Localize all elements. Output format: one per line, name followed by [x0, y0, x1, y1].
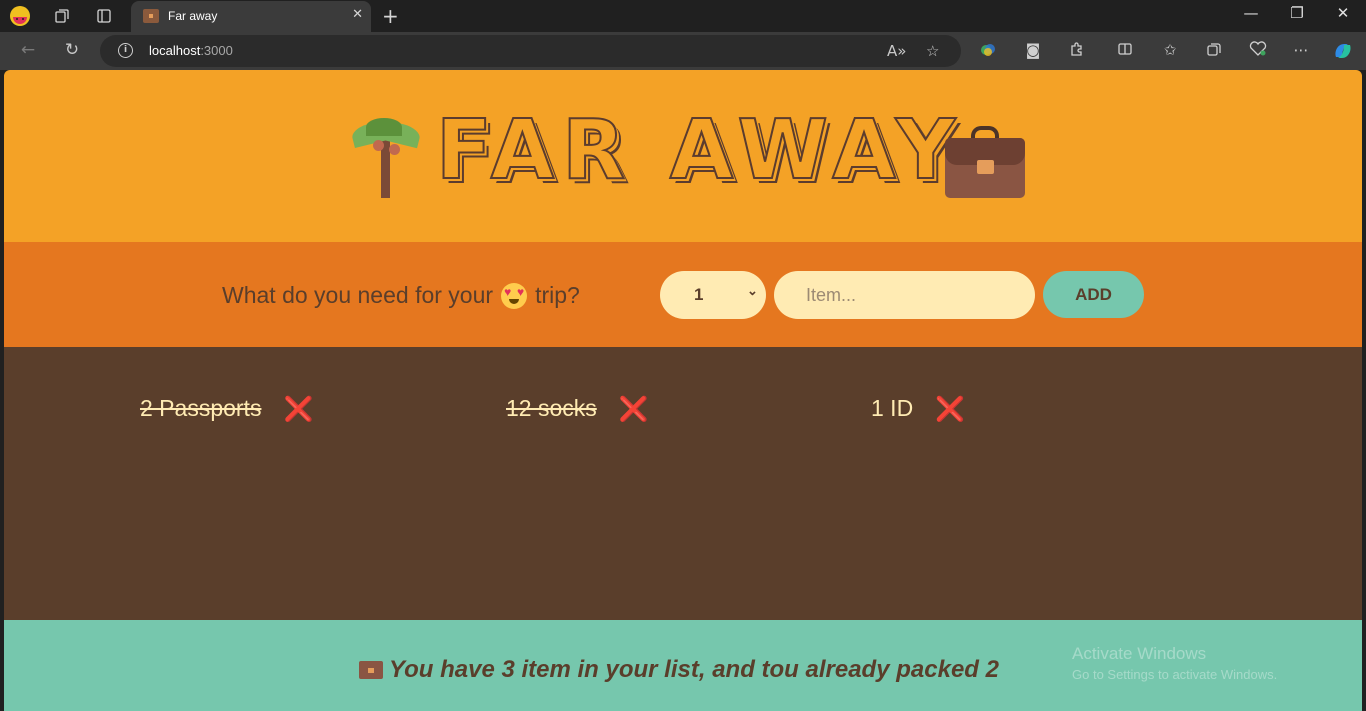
extension-color-icon[interactable]: [977, 41, 999, 61]
item-input[interactable]: [774, 271, 1035, 319]
favorites-icon[interactable]: ✩: [1159, 41, 1181, 61]
more-menu-icon[interactable]: ⋯: [1290, 41, 1312, 61]
app-page: FAR AWAY What do you need for your trip?…: [4, 70, 1362, 711]
list-item-label[interactable]: 2 Passports: [140, 395, 261, 422]
tab-title: Far away: [168, 9, 218, 23]
packing-list: 2 Passports ❌ 12 socks ❌ 1 ID ❌: [4, 347, 1362, 620]
chevron-down-icon: ⌄: [747, 283, 758, 298]
browser-profile-icon[interactable]: [8, 4, 32, 28]
url-port: :3000: [200, 43, 233, 58]
briefcase-icon: [945, 126, 1025, 198]
add-button[interactable]: ADD: [1043, 271, 1144, 318]
app-header: FAR AWAY: [4, 70, 1362, 242]
list-item: 12 socks ❌: [506, 395, 649, 422]
list-item: 2 Passports ❌: [140, 395, 313, 422]
form-question: What do you need for your trip?: [222, 282, 580, 309]
favorite-star-icon[interactable]: ☆: [926, 42, 939, 60]
delete-x-icon[interactable]: ❌: [935, 397, 965, 421]
watermark-subtitle: Go to Settings to activate Windows.: [1072, 667, 1278, 682]
tab-close-icon[interactable]: ✕: [352, 7, 363, 22]
split-screen-icon[interactable]: [1114, 41, 1136, 61]
extensions-puzzle-icon[interactable]: [1066, 41, 1088, 61]
url-text[interactable]: localhost:3000: [149, 43, 233, 58]
close-window-icon[interactable]: ✕: [1328, 4, 1358, 22]
palm-tree-icon: [348, 118, 422, 200]
read-aloud-icon[interactable]: A»: [887, 42, 906, 60]
restore-icon[interactable]: ❐: [1282, 4, 1312, 22]
delete-x-icon[interactable]: ❌: [283, 397, 313, 421]
stats-footer: You have 3 item in your list, and tou al…: [4, 620, 1362, 711]
stats-message: You have 3 item in your list, and tou al…: [359, 656, 999, 684]
browser-titlebar: Far away ✕ + — ❐ ✕: [0, 0, 1366, 32]
heart-eyes-emoji-icon: [501, 282, 528, 309]
browser-essentials-icon[interactable]: [1247, 41, 1269, 61]
tab-actions-icon[interactable]: [92, 4, 116, 28]
briefcase-icon: [359, 661, 383, 679]
list-item-label[interactable]: 12 socks: [506, 395, 597, 422]
add-item-form: What do you need for your trip? 1 ⌄ ADD: [4, 242, 1362, 347]
briefcase-favicon-icon: [143, 9, 159, 23]
back-arrow-icon[interactable]: ←: [16, 40, 40, 62]
screenshot-camera-icon[interactable]: ◙: [1022, 41, 1044, 61]
list-item: 1 ID ❌: [871, 395, 965, 422]
form-question-prefix: What do you need for your: [222, 282, 494, 308]
quantity-select[interactable]: 1 ⌄: [660, 271, 766, 319]
browser-tab-active[interactable]: Far away ✕: [131, 1, 371, 32]
form-question-suffix: trip?: [535, 282, 580, 308]
url-host: localhost: [149, 43, 201, 58]
collections-icon[interactable]: [1203, 41, 1225, 61]
watermark-title: Activate Windows: [1072, 644, 1207, 663]
workspaces-icon[interactable]: [50, 4, 74, 28]
activate-windows-watermark: Activate Windows Go to Settings to activ…: [1072, 644, 1277, 682]
refresh-icon[interactable]: ↻: [60, 40, 84, 62]
delete-x-icon[interactable]: ❌: [619, 397, 649, 421]
stats-text: You have 3 item in your list, and tou al…: [389, 656, 999, 683]
browser-toolbar: ← ↻ i localhost:3000 A» ☆ ◙ ✩ ⋯: [0, 32, 1366, 70]
quantity-value: 1: [694, 285, 704, 304]
minimize-icon[interactable]: —: [1236, 4, 1266, 22]
new-tab-button[interactable]: +: [382, 4, 399, 28]
site-info-icon[interactable]: i: [118, 43, 133, 58]
copilot-icon[interactable]: [1332, 41, 1354, 61]
address-bar[interactable]: i localhost:3000 A» ☆: [100, 35, 961, 67]
list-item-label[interactable]: 1 ID: [871, 395, 913, 422]
logo-title: FAR AWAY: [435, 103, 964, 198]
